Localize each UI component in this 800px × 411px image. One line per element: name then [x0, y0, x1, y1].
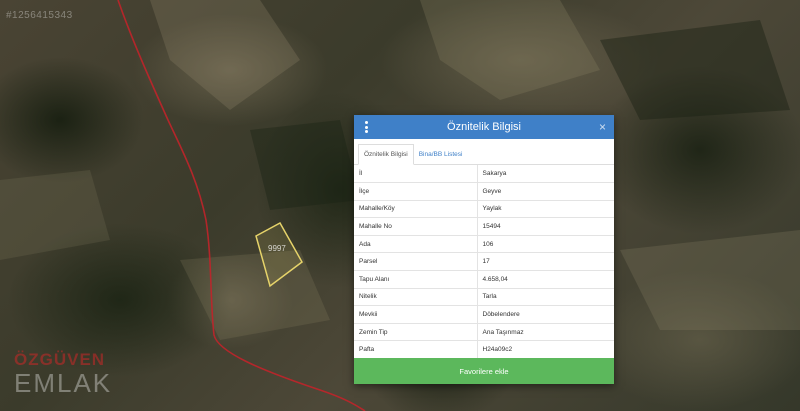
panel-title: Öznitelik Bilgisi: [447, 121, 521, 133]
attribute-value: Ana Taşınmaz: [477, 323, 614, 342]
attribute-key: İlçe: [354, 182, 478, 201]
table-row: Ada 106: [354, 235, 614, 254]
attribute-value: H24a09c2: [477, 340, 614, 360]
attribute-value: 15494: [477, 217, 614, 236]
attribute-key: Tapu Alanı: [354, 270, 478, 289]
attribute-key: Pafta: [354, 340, 478, 360]
panel-header: Öznitelik Bilgisi ×: [354, 115, 614, 139]
attribute-value: 106: [477, 235, 614, 254]
kebab-menu-icon[interactable]: [364, 121, 368, 133]
brand-logo: ÖZGÜVEN EMLAK: [14, 350, 132, 400]
table-row: Nitelik Tarla: [354, 288, 614, 307]
attribute-value: 17: [477, 252, 614, 272]
attribute-key: Mahalle No: [354, 217, 478, 236]
table-row: Pafta H24a09c2: [354, 340, 614, 360]
attribute-key: Parsel: [354, 252, 478, 272]
attribute-value: Tarla: [477, 288, 614, 307]
table-row: Tapu Alanı 4.658,04: [354, 270, 614, 289]
table-row: İlçe Geyve: [354, 182, 614, 201]
table-row: İl Sakarya: [354, 165, 614, 184]
attribute-value: Yaylak: [477, 200, 614, 219]
attribute-key: Nitelik: [354, 288, 478, 307]
table-row: Parsel 17: [354, 252, 614, 272]
add-to-favorites-button[interactable]: Favorilere ekle: [354, 358, 614, 384]
table-row: Zemin Tip Ana Taşınmaz: [354, 323, 614, 342]
brand-logo-bottom: EMLAK: [14, 368, 113, 398]
attribute-value: Sakarya: [477, 165, 614, 184]
tab-attribute-info[interactable]: Öznitelik Bilgisi: [358, 144, 414, 165]
attribute-info-panel: Öznitelik Bilgisi × Öznitelik Bilgisi Bi…: [354, 115, 614, 384]
attribute-key: Ada: [354, 235, 478, 254]
panel-tabs: Öznitelik Bilgisi Bina/BB Listesi: [354, 139, 614, 165]
table-row: Mahalle/Köy Yaylak: [354, 200, 614, 219]
attribute-key: İl: [354, 165, 478, 184]
brand-logo-top: ÖZGÜVEN: [14, 350, 106, 369]
close-icon[interactable]: ×: [599, 120, 606, 134]
attribute-value: Geyve: [477, 182, 614, 201]
attribute-key: Zemin Tip: [354, 323, 478, 342]
table-row: Mevkii Döbelendere: [354, 305, 614, 324]
attribute-key: Mevkii: [354, 305, 478, 324]
attribute-value: 4.658,04: [477, 270, 614, 289]
listing-id-watermark: #1256415343: [6, 10, 73, 21]
table-row: Mahalle No 15494: [354, 217, 614, 236]
parcel-number-label: 9997: [268, 244, 286, 253]
attribute-table: İl Sakarya İlçe Geyve Mahalle/Köy Yaylak Mahal…: [354, 165, 614, 360]
tab-building-list[interactable]: Bina/BB Listesi: [414, 145, 468, 164]
attribute-key: Mahalle/Köy: [354, 200, 478, 219]
attribute-value: Döbelendere: [477, 305, 614, 324]
